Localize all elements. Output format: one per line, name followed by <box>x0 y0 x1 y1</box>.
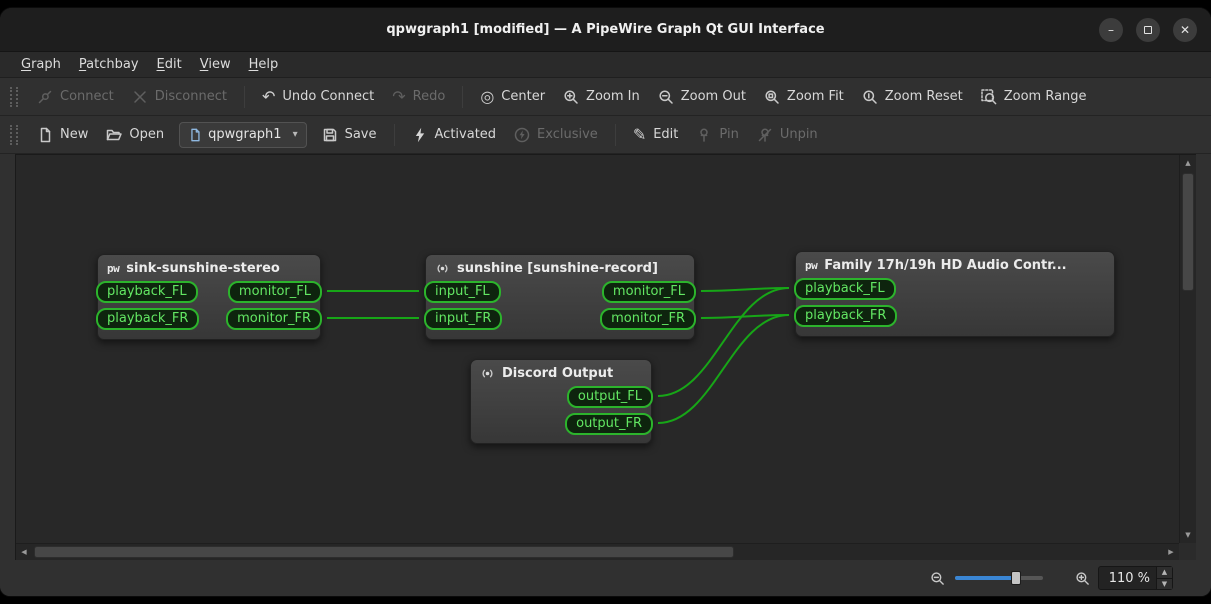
toolbar-separator <box>394 124 395 146</box>
graph-toolbar: Connect Disconnect ↶ Undo Connect ↷ Redo… <box>0 78 1211 116</box>
chevron-down-icon: ▾ <box>293 129 298 140</box>
vertical-scrollbar[interactable]: ▲ ▼ <box>1179 155 1196 543</box>
title-bar[interactable]: qpwgraph1 [modified] — A PipeWire Graph … <box>0 8 1211 52</box>
zoom-slider-handle[interactable] <box>1011 571 1021 585</box>
exclusive-bolt-icon <box>514 127 530 143</box>
window-title: qpwgraph1 [modified] — A PipeWire Graph … <box>0 8 1211 51</box>
open-folder-icon <box>106 127 122 143</box>
scroll-right-arrow[interactable]: ▶ <box>1163 544 1179 560</box>
horizontal-scrollbar[interactable]: ◀ ▶ <box>16 543 1179 560</box>
menu-help[interactable]: Help <box>240 54 288 75</box>
zoom-fit-icon <box>764 89 780 105</box>
graph-viewport: pw sink-sunshine-stereo playback_FL play… <box>15 154 1196 560</box>
zoom-fit-button[interactable]: Zoom Fit <box>756 84 852 110</box>
pin-button[interactable]: Pin <box>688 122 746 148</box>
pin-icon <box>696 127 712 143</box>
patchbay-file-combobox[interactable]: qpwgraph1 ▾ <box>179 122 307 148</box>
disconnect-icon <box>132 89 148 105</box>
open-button[interactable]: Open <box>98 122 172 148</box>
minimize-icon: – <box>1108 24 1114 36</box>
center-button[interactable]: ◎ Center <box>472 84 553 110</box>
edit-pencil-icon: ✎ <box>633 127 646 143</box>
zoom-out-small-icon <box>930 571 945 586</box>
zoom-slider[interactable] <box>955 570 1043 586</box>
zoom-reset-button[interactable]: Zoom Reset <box>854 84 971 110</box>
toolbar-drag-handle[interactable] <box>10 125 18 145</box>
combobox-value: qpwgraph1 <box>208 127 281 142</box>
wire-discord-outputFL-to-family-playbackFL[interactable] <box>658 288 789 396</box>
close-button[interactable]: ✕ <box>1173 18 1197 42</box>
zoom-out-button[interactable]: Zoom Out <box>650 84 754 110</box>
zoom-reset-icon <box>862 89 878 105</box>
unpin-icon <box>757 127 773 143</box>
zoom-in-icon <box>563 89 579 105</box>
maximize-button[interactable] <box>1136 18 1160 42</box>
save-icon <box>322 127 338 143</box>
toolbar-separator <box>462 86 463 108</box>
scroll-left-arrow[interactable]: ◀ <box>16 544 32 560</box>
minimize-button[interactable]: – <box>1099 18 1123 42</box>
edit-button[interactable]: ✎ Edit <box>625 122 687 148</box>
scroll-down-arrow[interactable]: ▼ <box>1180 527 1196 543</box>
menu-view[interactable]: View <box>191 54 240 75</box>
undo-icon: ↶ <box>262 89 275 105</box>
center-icon: ◎ <box>480 89 494 105</box>
zoom-range-icon <box>981 89 997 105</box>
window-controls: – ✕ <box>1099 18 1197 42</box>
close-icon: ✕ <box>1180 24 1190 36</box>
spin-buttons: ▲ ▼ <box>1156 567 1172 589</box>
new-button[interactable]: New <box>29 122 96 148</box>
horizontal-scrollbar-thumb[interactable] <box>34 546 734 558</box>
vertical-scrollbar-thumb[interactable] <box>1182 173 1194 291</box>
zoom-value: 110 % <box>1099 571 1156 586</box>
connect-icon <box>37 89 53 105</box>
toolbar-separator <box>615 124 616 146</box>
exclusive-toggle[interactable]: Exclusive <box>506 122 606 148</box>
menu-edit[interactable]: Edit <box>148 54 191 75</box>
file-icon <box>188 128 202 142</box>
connection-layer <box>16 155 1179 543</box>
activated-bolt-icon <box>412 127 428 143</box>
status-bar: 110 % ▲ ▼ <box>0 560 1211 596</box>
patchbay-toolbar: New Open qpwgraph1 ▾ Save <box>0 116 1211 154</box>
undo-connect-button[interactable]: ↶ Undo Connect <box>254 84 382 110</box>
redo-icon: ↷ <box>392 89 405 105</box>
menu-bar: Graph Patchbay Edit View Help <box>0 52 1211 78</box>
wire-discord-outputFR-to-family-playbackFR[interactable] <box>658 315 789 423</box>
toolbar-separator <box>244 86 245 108</box>
zoom-slider-fill <box>955 576 1015 580</box>
scrollbar-corner <box>1179 543 1196 560</box>
new-file-icon <box>37 127 53 143</box>
zoom-in-small-icon <box>1075 571 1090 586</box>
zoom-out-icon <box>658 89 674 105</box>
connect-button[interactable]: Connect <box>29 84 122 110</box>
spin-down-button[interactable]: ▼ <box>1157 578 1172 590</box>
redo-button[interactable]: ↷ Redo <box>384 84 453 110</box>
app-window: qpwgraph1 [modified] — A PipeWire Graph … <box>0 8 1211 596</box>
menu-graph[interactable]: Graph <box>12 54 70 75</box>
zoom-in-button[interactable]: Zoom In <box>555 84 648 110</box>
menu-patchbay[interactable]: Patchbay <box>70 54 148 75</box>
toolbar-drag-handle[interactable] <box>10 87 18 107</box>
maximize-icon <box>1144 26 1152 34</box>
spin-up-button[interactable]: ▲ <box>1157 567 1172 578</box>
unpin-button[interactable]: Unpin <box>749 122 826 148</box>
scroll-up-arrow[interactable]: ▲ <box>1180 155 1196 171</box>
activated-toggle[interactable]: Activated <box>404 122 505 148</box>
graph-canvas[interactable]: pw sink-sunshine-stereo playback_FL play… <box>16 155 1179 543</box>
zoom-spinbox[interactable]: 110 % ▲ ▼ <box>1098 566 1173 590</box>
zoom-range-button[interactable]: Zoom Range <box>973 84 1095 110</box>
save-button[interactable]: Save <box>314 122 385 148</box>
disconnect-button[interactable]: Disconnect <box>124 84 235 110</box>
